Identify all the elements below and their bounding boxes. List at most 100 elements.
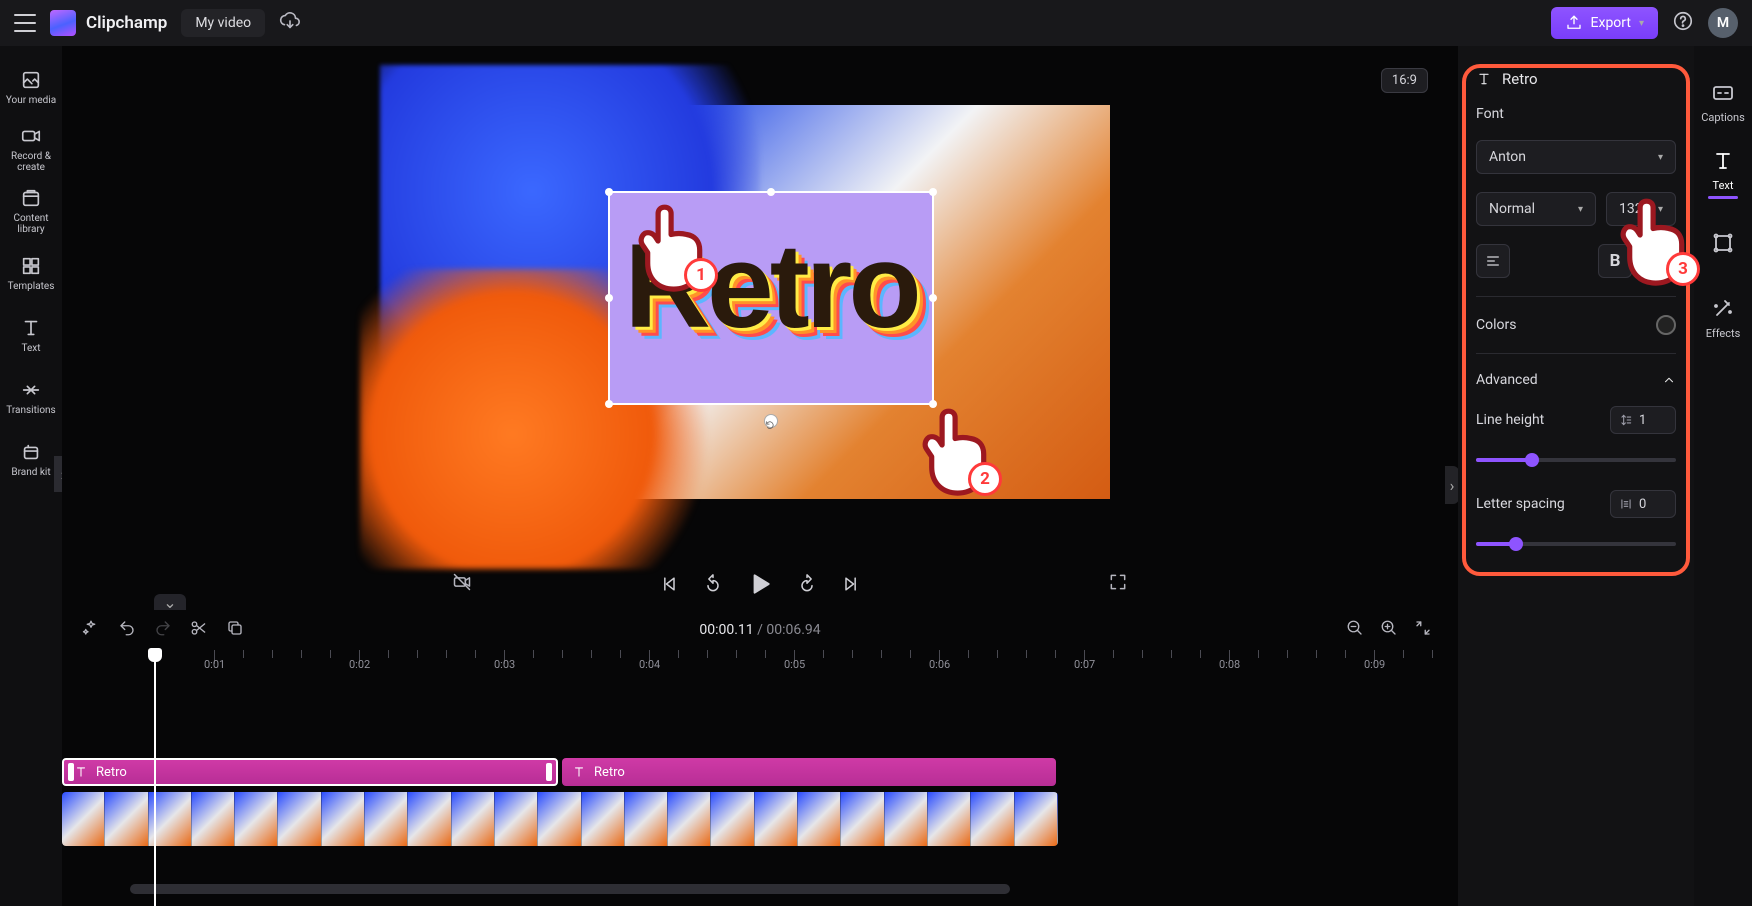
font-section-label: Font	[1476, 106, 1676, 122]
sidebar-item-label: Text	[21, 343, 40, 354]
colors-label: Colors	[1476, 317, 1516, 333]
right-panel-collapse-button[interactable]: ›	[1445, 466, 1459, 504]
line-height-slider[interactable]	[1476, 458, 1676, 462]
app-logo: Clipchamp	[50, 10, 167, 36]
italic-button[interactable]: I	[1642, 244, 1676, 278]
text-clip-2[interactable]: Retro	[562, 758, 1056, 786]
next-frame-button[interactable]	[841, 574, 861, 594]
timecode-sep: /	[754, 622, 767, 638]
right-rail-captions[interactable]: Captions	[1694, 66, 1752, 138]
toggle-camera-button[interactable]	[452, 572, 472, 596]
chevron-down-icon: ▾	[1639, 18, 1644, 29]
logo-icon	[50, 10, 76, 36]
advanced-toggle[interactable]: Advanced	[1476, 372, 1676, 388]
timeline-timecode: 00:00.11 / 00:06.94	[699, 622, 820, 638]
sidebar-item-label: Templates	[8, 281, 55, 292]
letter-spacing-value: 0	[1639, 497, 1646, 512]
rotate-handle[interactable]	[764, 414, 778, 428]
magic-button[interactable]	[82, 619, 100, 641]
split-button[interactable]	[190, 619, 208, 641]
text-selection-box[interactable]: Retro	[608, 191, 934, 405]
active-indicator	[1708, 196, 1738, 199]
timecode-total: 00:06.94	[766, 622, 820, 638]
advanced-label: Advanced	[1476, 372, 1538, 388]
letter-spacing-input[interactable]: 0	[1610, 490, 1676, 518]
chevron-down-icon: ▾	[1658, 152, 1663, 163]
video-preview[interactable]: Retro	[410, 105, 1110, 499]
timeline-ruler[interactable]: 0:010:020:030:040:050:060:070:080:09	[62, 650, 1458, 680]
sidebar-item-label: Record & create	[0, 151, 62, 173]
font-size-value: 132	[1619, 201, 1643, 217]
resize-handle-n[interactable]	[767, 188, 775, 196]
play-button[interactable]	[747, 571, 773, 597]
prev-frame-button[interactable]	[659, 574, 679, 594]
resize-handle-se[interactable]	[929, 400, 937, 408]
resize-handle-w[interactable]	[605, 294, 613, 302]
right-rail-label: Effects	[1706, 327, 1741, 340]
cloud-sync-icon	[279, 10, 301, 36]
line-height-input[interactable]: 1	[1610, 406, 1676, 434]
sidebar-item-transitions[interactable]: Transitions	[0, 366, 62, 428]
playhead[interactable]	[154, 650, 156, 906]
chevron-down-icon: ▾	[1658, 204, 1663, 215]
resize-handle-e[interactable]	[929, 294, 937, 302]
font-select-value: Anton	[1489, 149, 1526, 165]
right-rail-label: Captions	[1701, 111, 1745, 124]
sidebar-item-your-media[interactable]: Your media	[0, 56, 62, 118]
timecode-current: 00:00.11	[699, 622, 753, 638]
text-clip-label: Retro	[594, 765, 625, 780]
sidebar-item-label: Transitions	[6, 405, 55, 416]
fullscreen-button[interactable]	[1108, 572, 1128, 596]
sidebar-item-content-library[interactable]: Content library	[0, 180, 62, 242]
panel-title-text: Retro	[1502, 70, 1538, 88]
aspect-ratio-chip[interactable]: 16:9	[1381, 68, 1428, 93]
letter-spacing-label: Letter spacing	[1476, 496, 1565, 512]
resize-handle-ne[interactable]	[929, 188, 937, 196]
timeline-scrollbar[interactable]	[130, 884, 1030, 894]
fit-timeline-button[interactable]	[1414, 619, 1432, 641]
app-name: Clipchamp	[86, 13, 167, 33]
export-label: Export	[1591, 15, 1631, 31]
line-height-label: Line height	[1476, 412, 1544, 428]
export-button[interactable]: Export ▾	[1551, 7, 1658, 39]
font-weight-value: Normal	[1489, 201, 1535, 217]
resize-handle-nw[interactable]	[605, 188, 613, 196]
redo-button[interactable]	[154, 619, 172, 641]
sidebar-item-text[interactable]: Text	[0, 304, 62, 366]
chevron-down-icon: ▾	[1578, 204, 1583, 215]
right-rail-transform[interactable]	[1694, 210, 1752, 282]
sidebar-item-record-create[interactable]: Record & create	[0, 118, 62, 180]
sidebar-item-label: Brand kit	[11, 467, 50, 478]
font-size-select[interactable]: 132 ▾	[1606, 192, 1676, 226]
preview-text-content[interactable]: Retro	[610, 217, 932, 355]
undo-button[interactable]	[118, 619, 136, 641]
help-button[interactable]	[1672, 10, 1694, 36]
timeline-tracks[interactable]: Retro Retro	[62, 680, 1458, 900]
menu-button[interactable]	[14, 14, 36, 32]
project-name[interactable]: My video	[181, 9, 265, 37]
letter-spacing-slider[interactable]	[1476, 542, 1676, 546]
line-height-value: 1	[1639, 413, 1646, 428]
sidebar-item-templates[interactable]: Templates	[0, 242, 62, 304]
resize-handle-sw[interactable]	[605, 400, 613, 408]
seek-forward-button[interactable]	[797, 574, 817, 594]
zoom-out-button[interactable]	[1346, 619, 1364, 641]
video-clip[interactable]	[62, 792, 1058, 846]
color-swatch[interactable]	[1656, 315, 1676, 335]
font-weight-select[interactable]: Normal ▾	[1476, 192, 1596, 226]
text-clip-1[interactable]: Retro	[62, 758, 558, 786]
bold-button[interactable]: B	[1598, 244, 1632, 278]
zoom-in-button[interactable]	[1380, 619, 1398, 641]
right-rail-effects[interactable]: Effects	[1694, 282, 1752, 354]
copy-button[interactable]	[226, 619, 244, 641]
seek-back-button[interactable]	[703, 574, 723, 594]
right-rail-label: Text	[1713, 179, 1734, 192]
right-rail-text[interactable]: Text	[1694, 138, 1752, 210]
sidebar-item-label: Content library	[0, 213, 62, 235]
timeline-collapse-tab[interactable]: ⌄	[154, 594, 186, 610]
avatar[interactable]: M	[1708, 8, 1738, 38]
text-align-button[interactable]	[1476, 244, 1510, 278]
sidebar-item-brand-kit[interactable]: Brand kit	[0, 428, 62, 490]
font-select[interactable]: Anton ▾	[1476, 140, 1676, 174]
panel-title: Retro	[1476, 70, 1676, 88]
